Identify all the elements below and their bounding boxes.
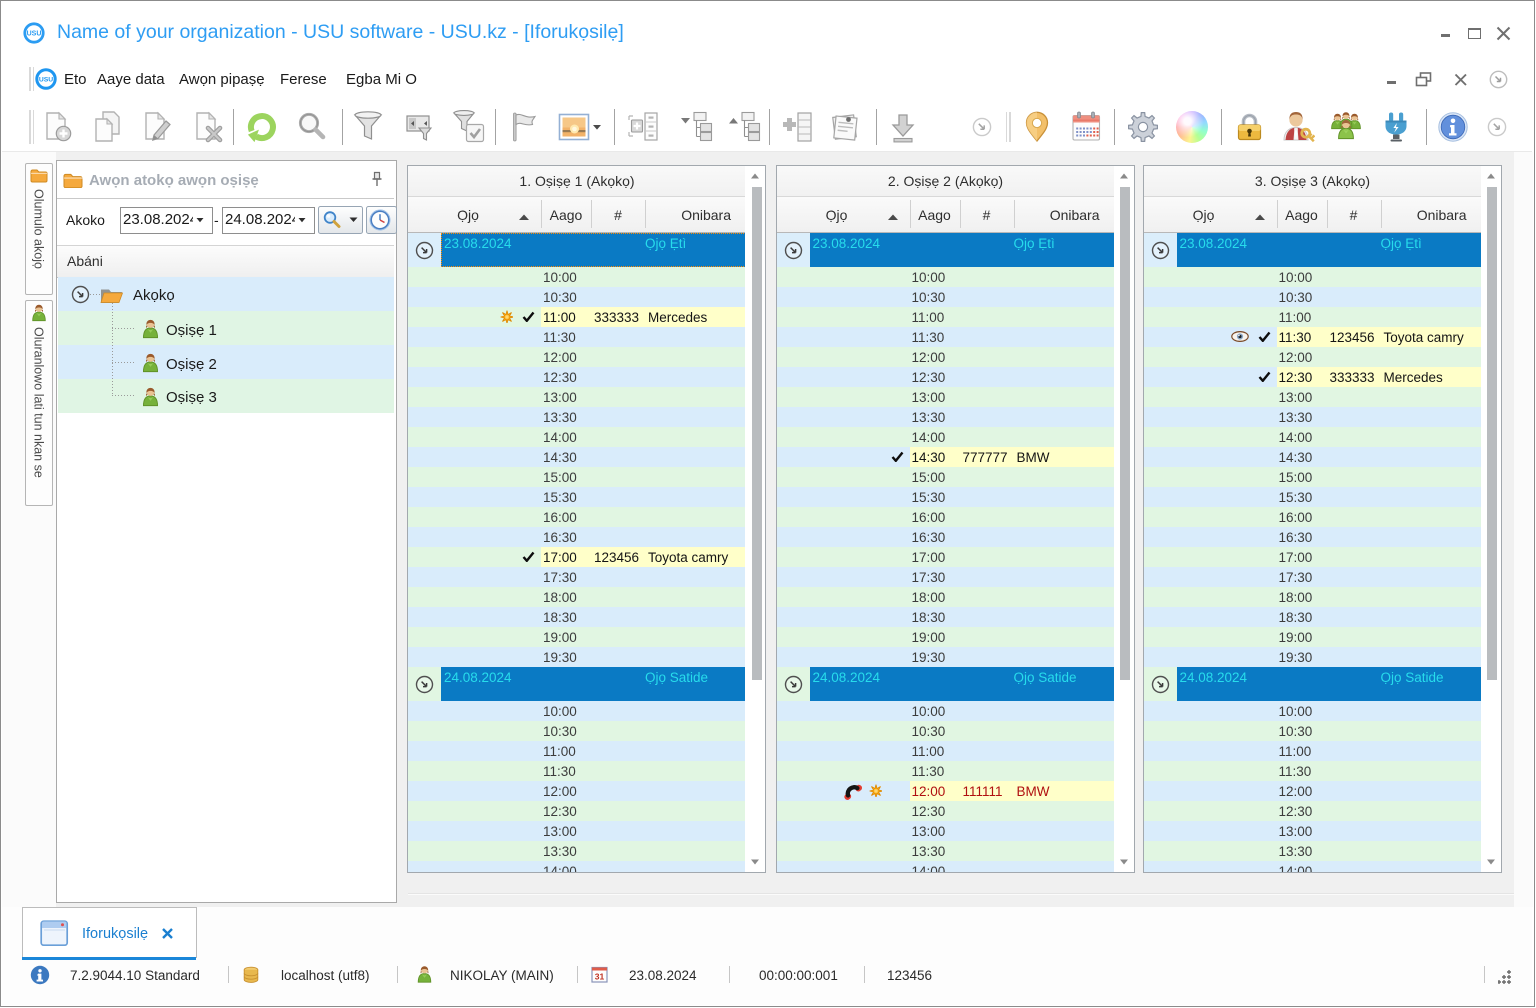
svg-text:USU: USU — [27, 31, 42, 38]
svg-text:31: 31 — [595, 972, 605, 982]
svg-text:USU: USU — [39, 77, 53, 84]
